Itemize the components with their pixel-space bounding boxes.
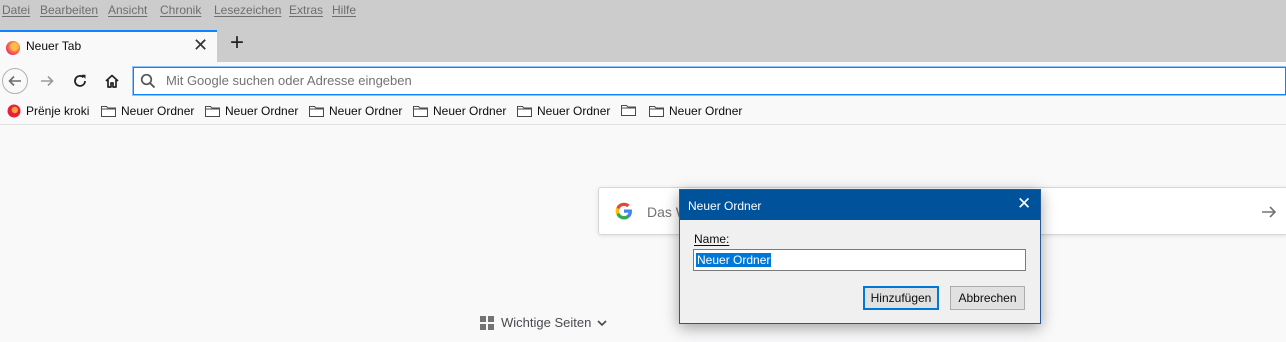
name-field[interactable]: Neuer Ordner: [693, 249, 1026, 271]
bookmark-label: Neuer Ordner: [121, 104, 195, 118]
grid-icon: [480, 315, 494, 330]
arrow-right-icon[interactable]: [1259, 202, 1279, 222]
bookmark-label: Neuer Ordner: [225, 104, 299, 118]
folder-icon: [309, 106, 324, 117]
bookmark-label: Neuer Ordner: [669, 104, 743, 118]
google-icon: [615, 202, 632, 220]
folder-icon: [101, 106, 116, 117]
tab-title: Neuer Tab: [26, 39, 82, 53]
arrow-left-icon: [8, 75, 21, 87]
bookmark-label: Prënje kroki: [26, 104, 90, 118]
bookmark-label: Neuer Ordner: [329, 104, 403, 118]
folder-icon: [413, 106, 428, 117]
bookmark-label: Neuer Ordner: [537, 104, 611, 118]
bookmarks-toolbar: Prënje kroki Neuer Ordner Neuer Ordner N…: [0, 100, 1286, 125]
home-button[interactable]: [99, 68, 125, 94]
name-field-value: Neuer Ordner: [696, 253, 772, 267]
bookmark-folder[interactable]: Neuer Ordner: [205, 104, 298, 118]
close-tab-icon[interactable]: ✕: [193, 36, 208, 54]
search-icon: [140, 73, 156, 89]
bookmark-label: Neuer Ordner: [433, 104, 507, 118]
folder-icon: [649, 106, 664, 117]
folder-icon: [517, 106, 532, 117]
cancel-button[interactable]: Abbrechen: [950, 286, 1025, 310]
reload-icon: [74, 74, 86, 87]
menu-bar: Datei Bearbeiten Ansicht Chronik Lesezei…: [0, 0, 1286, 22]
bookmark-folder[interactable]: [621, 104, 641, 116]
dialog-title-bar[interactable]: Neuer Ordner ✕: [680, 190, 1040, 220]
name-label: Name:: [694, 232, 730, 246]
new-folder-dialog: Neuer Ordner ✕ Name: Neuer Ordner Hinzuf…: [679, 189, 1041, 324]
bookmark-folder[interactable]: Neuer Ordner: [101, 104, 194, 118]
bookmark-folder[interactable]: Neuer Ordner: [413, 104, 506, 118]
chevron-down-icon: [597, 319, 607, 326]
forward-button[interactable]: [34, 68, 60, 94]
menu-extras[interactable]: Extras: [289, 3, 323, 17]
reload-button[interactable]: [67, 68, 93, 94]
close-icon[interactable]: ✕: [1017, 195, 1031, 212]
new-tab-button[interactable]: +: [226, 31, 248, 56]
bookmark-folder[interactable]: Neuer Ordner: [649, 104, 742, 118]
url-input[interactable]: [164, 72, 1268, 89]
home-icon: [105, 74, 119, 88]
top-sites-toggle[interactable]: Wichtige Seiten: [480, 315, 607, 330]
menu-bearbeiten[interactable]: Bearbeiten: [40, 3, 98, 17]
firefox-icon: [7, 104, 21, 118]
add-button[interactable]: Hinzufügen: [863, 286, 939, 310]
url-bar[interactable]: [133, 67, 1286, 95]
bookmark-folder[interactable]: Neuer Ordner: [309, 104, 402, 118]
menu-datei[interactable]: Datei: [2, 3, 30, 17]
firefox-icon: [6, 41, 20, 55]
menu-lesezeichen[interactable]: Lesezeichen: [214, 3, 281, 17]
folder-icon: [621, 105, 636, 116]
folder-icon: [205, 106, 220, 117]
dialog-title: Neuer Ordner: [688, 199, 762, 213]
arrow-right-icon: [41, 75, 54, 87]
menu-chronik[interactable]: Chronik: [160, 3, 201, 17]
back-button[interactable]: [2, 68, 28, 94]
menu-hilfe[interactable]: Hilfe: [332, 3, 356, 17]
tab-neuer-tab[interactable]: Neuer Tab ✕: [0, 30, 217, 62]
bookmark-folder[interactable]: Neuer Ordner: [517, 104, 610, 118]
menu-ansicht[interactable]: Ansicht: [108, 3, 147, 17]
bookmark-prenje-kroki[interactable]: Prënje kroki: [7, 104, 89, 118]
top-sites-label: Wichtige Seiten: [501, 315, 592, 330]
